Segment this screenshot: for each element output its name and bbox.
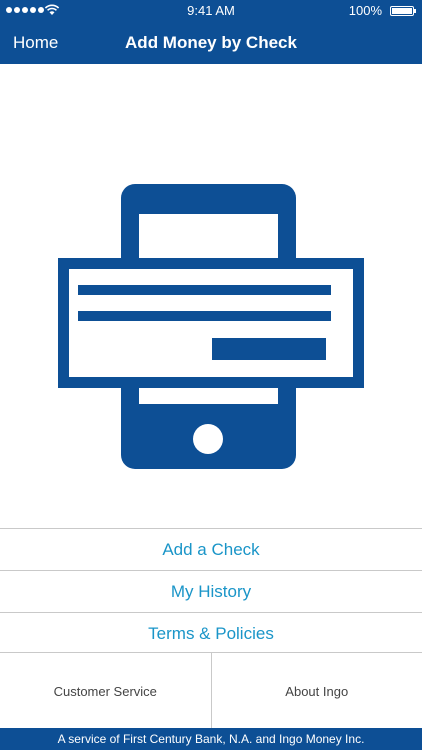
footer-disclaimer: A service of First Century Bank, N.A. an… — [0, 728, 422, 750]
my-history-button[interactable]: My History — [0, 570, 422, 612]
about-ingo-button[interactable]: About Ingo — [210, 653, 422, 729]
terms-policies-button[interactable]: Terms & Policies — [0, 612, 422, 654]
battery-icon — [390, 6, 416, 16]
menu-list: Add a Check My History Terms & Policies — [0, 528, 422, 654]
status-bar: 9:41 AM 100% — [0, 0, 422, 22]
add-check-button[interactable]: Add a Check — [0, 528, 422, 570]
battery-percent: 100% — [348, 3, 382, 18]
phone-check-icon — [58, 184, 364, 469]
nav-bar: Home Add Money by Check — [0, 22, 422, 64]
page-title: Add Money by Check — [125, 33, 297, 52]
hero-area — [0, 64, 422, 528]
customer-service-button[interactable]: Customer Service — [0, 653, 211, 729]
bottom-links: Customer Service About Ingo — [0, 652, 422, 729]
